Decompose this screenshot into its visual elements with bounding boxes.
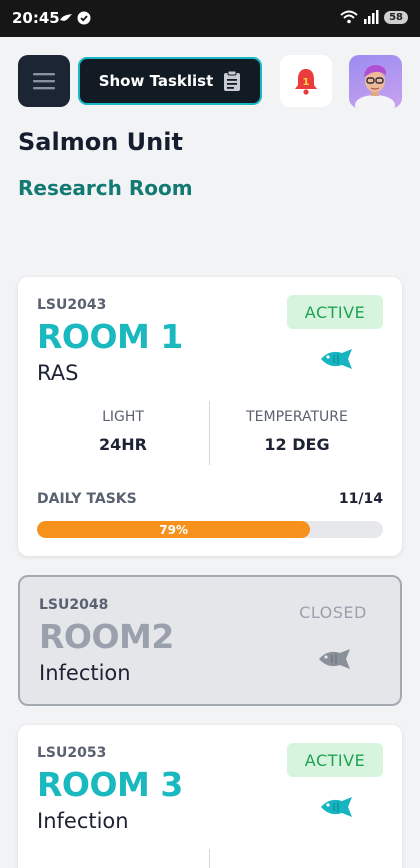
daily-tasks-label: DAILY TASKS xyxy=(37,491,137,507)
room-code: LSU2053 xyxy=(37,745,107,761)
room-name: ROOM 3 xyxy=(37,765,183,804)
room-card-3[interactable]: LSU2053 ROOM 3 Infection ACTIVE xyxy=(18,725,402,868)
menu-button[interactable] xyxy=(18,55,70,107)
status-badge: ACTIVE xyxy=(287,743,383,777)
page-subtitle: Research Room xyxy=(18,176,193,200)
progress-fill: 79% xyxy=(37,521,311,538)
page-title: Salmon Unit xyxy=(18,128,183,156)
light-label: LIGHT xyxy=(102,409,144,425)
status-time: 20:45 xyxy=(12,9,60,27)
room-type: Infection xyxy=(39,661,131,685)
avatar-image xyxy=(355,65,395,108)
status-badge: ACTIVE xyxy=(287,295,383,329)
light-value: 24HR xyxy=(99,435,147,454)
show-tasklist-button[interactable]: Show Tasklist xyxy=(78,57,262,105)
room-code: LSU2048 xyxy=(39,597,109,613)
user-avatar[interactable] xyxy=(349,55,402,108)
room-card-2[interactable]: LSU2048 ROOM2 Infection CLOSED xyxy=(18,575,402,706)
daily-tasks-progress: 79% xyxy=(37,521,383,538)
room-type: Infection xyxy=(37,809,129,833)
daily-tasks-count: 11/14 xyxy=(338,491,383,507)
room-card-1[interactable]: LSU2043 ROOM 1 RAS ACTIVE LIGHT 24HR TEM… xyxy=(18,277,402,556)
status-badge: CLOSED xyxy=(299,602,367,622)
notifications-button[interactable]: 1 xyxy=(280,55,332,107)
check-circle-icon xyxy=(77,11,91,25)
fish-icon xyxy=(321,349,352,369)
clipboard-icon xyxy=(224,70,241,91)
room-name: ROOM2 xyxy=(39,617,174,656)
fish-icon xyxy=(321,797,352,817)
room-code: LSU2043 xyxy=(37,297,107,313)
wifi-icon xyxy=(340,10,358,24)
status-right: 58 xyxy=(340,10,408,24)
temperature-value: 12 DEG xyxy=(264,435,330,454)
battery-indicator: 58 xyxy=(384,10,408,24)
signal-icon xyxy=(364,10,379,24)
notification-count: 1 xyxy=(303,77,310,88)
hamburger-icon xyxy=(33,73,55,90)
status-bar: 20:45 58 xyxy=(0,0,420,37)
bell-icon: 1 xyxy=(295,69,317,95)
header: Show Tasklist 1 xyxy=(18,55,402,108)
room-type: RAS xyxy=(37,361,79,385)
bird-icon xyxy=(60,14,72,21)
fish-icon xyxy=(319,649,350,669)
status-notification-icons xyxy=(59,11,91,25)
light-stat: LIGHT 24HR xyxy=(38,409,208,454)
temperature-label: TEMPERATURE xyxy=(246,409,348,425)
show-tasklist-label: Show Tasklist xyxy=(98,72,214,90)
stat-divider xyxy=(209,849,210,868)
stat-divider xyxy=(209,401,210,465)
temperature-stat: TEMPERATURE 12 DEG xyxy=(212,409,382,454)
room-name: ROOM 1 xyxy=(37,317,183,356)
